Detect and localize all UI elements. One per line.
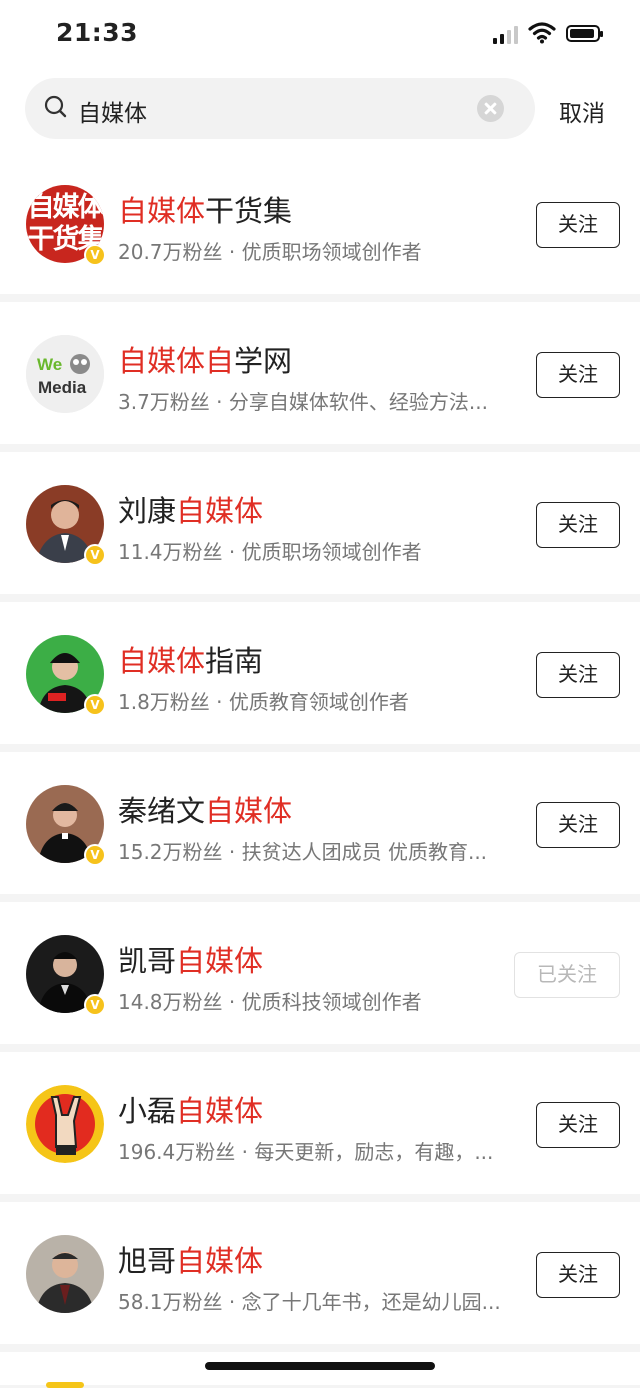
- result-item[interactable]: V 自媒体指南 1.8万粉丝 · 优质教育领域创作者 关注: [0, 602, 640, 744]
- wifi-icon: [528, 22, 556, 44]
- result-name: 凯哥自媒体: [118, 944, 264, 978]
- follow-button[interactable]: 关注: [536, 202, 620, 248]
- follow-button[interactable]: 关注: [536, 802, 620, 848]
- verified-badge-icon: V: [84, 994, 106, 1016]
- we-media-logo-icon: We Media: [26, 335, 104, 413]
- result-description: 14.8万粉丝 · 优质科技领域创作者: [118, 990, 422, 1014]
- follow-button[interactable]: 关注: [536, 652, 620, 698]
- result-name: 自媒体指南: [118, 644, 264, 678]
- avatar: [46, 1382, 84, 1388]
- result-name: 自媒体干货集: [118, 194, 293, 228]
- avatar: We Media: [26, 335, 104, 413]
- follow-button[interactable]: 关注: [536, 1102, 620, 1148]
- result-description: 15.2万粉丝 · 扶贫达人团成员 优质教育...: [118, 840, 488, 864]
- cellular-signal-icon: [493, 26, 521, 44]
- follow-button[interactable]: 关注: [536, 502, 620, 548]
- followed-button[interactable]: 已关注: [514, 952, 620, 998]
- follow-button[interactable]: 关注: [536, 1252, 620, 1298]
- result-description: 58.1万粉丝 · 念了十几年书，还是幼儿园...: [118, 1290, 501, 1314]
- result-name: 小磊自媒体: [118, 1094, 264, 1128]
- cancel-button[interactable]: 取消: [559, 94, 605, 128]
- svg-text:Media: Media: [38, 378, 87, 397]
- clear-search-icon[interactable]: [477, 95, 504, 122]
- verified-badge-icon: V: [84, 694, 106, 716]
- battery-icon: [566, 25, 603, 42]
- avatar: [26, 1085, 104, 1163]
- status-time: 21:33: [56, 18, 139, 47]
- result-description: 20.7万粉丝 · 优质职场领域创作者: [118, 240, 422, 264]
- header: 21:33 自媒体 取消: [0, 0, 640, 160]
- person-avatar-icon: [26, 1235, 104, 1313]
- result-item[interactable]: 小磊自媒体 196.4万粉丝 · 每天更新，励志，有趣，... 关注: [0, 1052, 640, 1194]
- svg-text:We: We: [37, 355, 62, 374]
- rock-hand-icon: [26, 1085, 104, 1163]
- result-name: 刘康自媒体: [118, 494, 264, 528]
- result-description: 1.8万粉丝 · 优质教育领域创作者: [118, 690, 409, 714]
- follow-button[interactable]: 关注: [536, 352, 620, 398]
- avatar: [26, 1235, 104, 1313]
- verified-badge-icon: V: [84, 244, 106, 266]
- search-input[interactable]: 自媒体: [78, 94, 147, 128]
- result-name: 秦绪文自媒体: [118, 794, 293, 828]
- result-item[interactable]: 旭哥自媒体 58.1万粉丝 · 念了十几年书，还是幼儿园... 关注: [0, 1202, 640, 1344]
- result-item[interactable]: V 凯哥自媒体 14.8万粉丝 · 优质科技领域创作者 已关注: [0, 902, 640, 1044]
- result-item[interactable]: V 秦绪文自媒体 15.2万粉丝 · 扶贫达人团成员 优质教育... 关注: [0, 752, 640, 894]
- result-description: 11.4万粉丝 · 优质职场领域创作者: [118, 540, 422, 564]
- result-name: 自媒体自学网: [118, 344, 293, 378]
- verified-badge-icon: V: [84, 844, 106, 866]
- result-description: 196.4万粉丝 · 每天更新，励志，有趣，...: [118, 1140, 494, 1164]
- result-item[interactable]: V 刘康自媒体 11.4万粉丝 · 优质职场领域创作者 关注: [0, 452, 640, 594]
- result-item[interactable]: 自媒体 干货集 V 自媒体干货集 20.7万粉丝 · 优质职场领域创作者 关注: [0, 152, 640, 294]
- verified-badge-icon: V: [84, 544, 106, 566]
- result-name: 旭哥自媒体: [118, 1244, 264, 1278]
- result-description: 3.7万粉丝 · 分享自媒体软件、经验方法...: [118, 390, 488, 414]
- home-indicator[interactable]: [205, 1362, 435, 1370]
- result-item[interactable]: We Media 自媒体自学网 3.7万粉丝 · 分享自媒体软件、经验方法...…: [0, 302, 640, 444]
- search-icon: [44, 95, 67, 118]
